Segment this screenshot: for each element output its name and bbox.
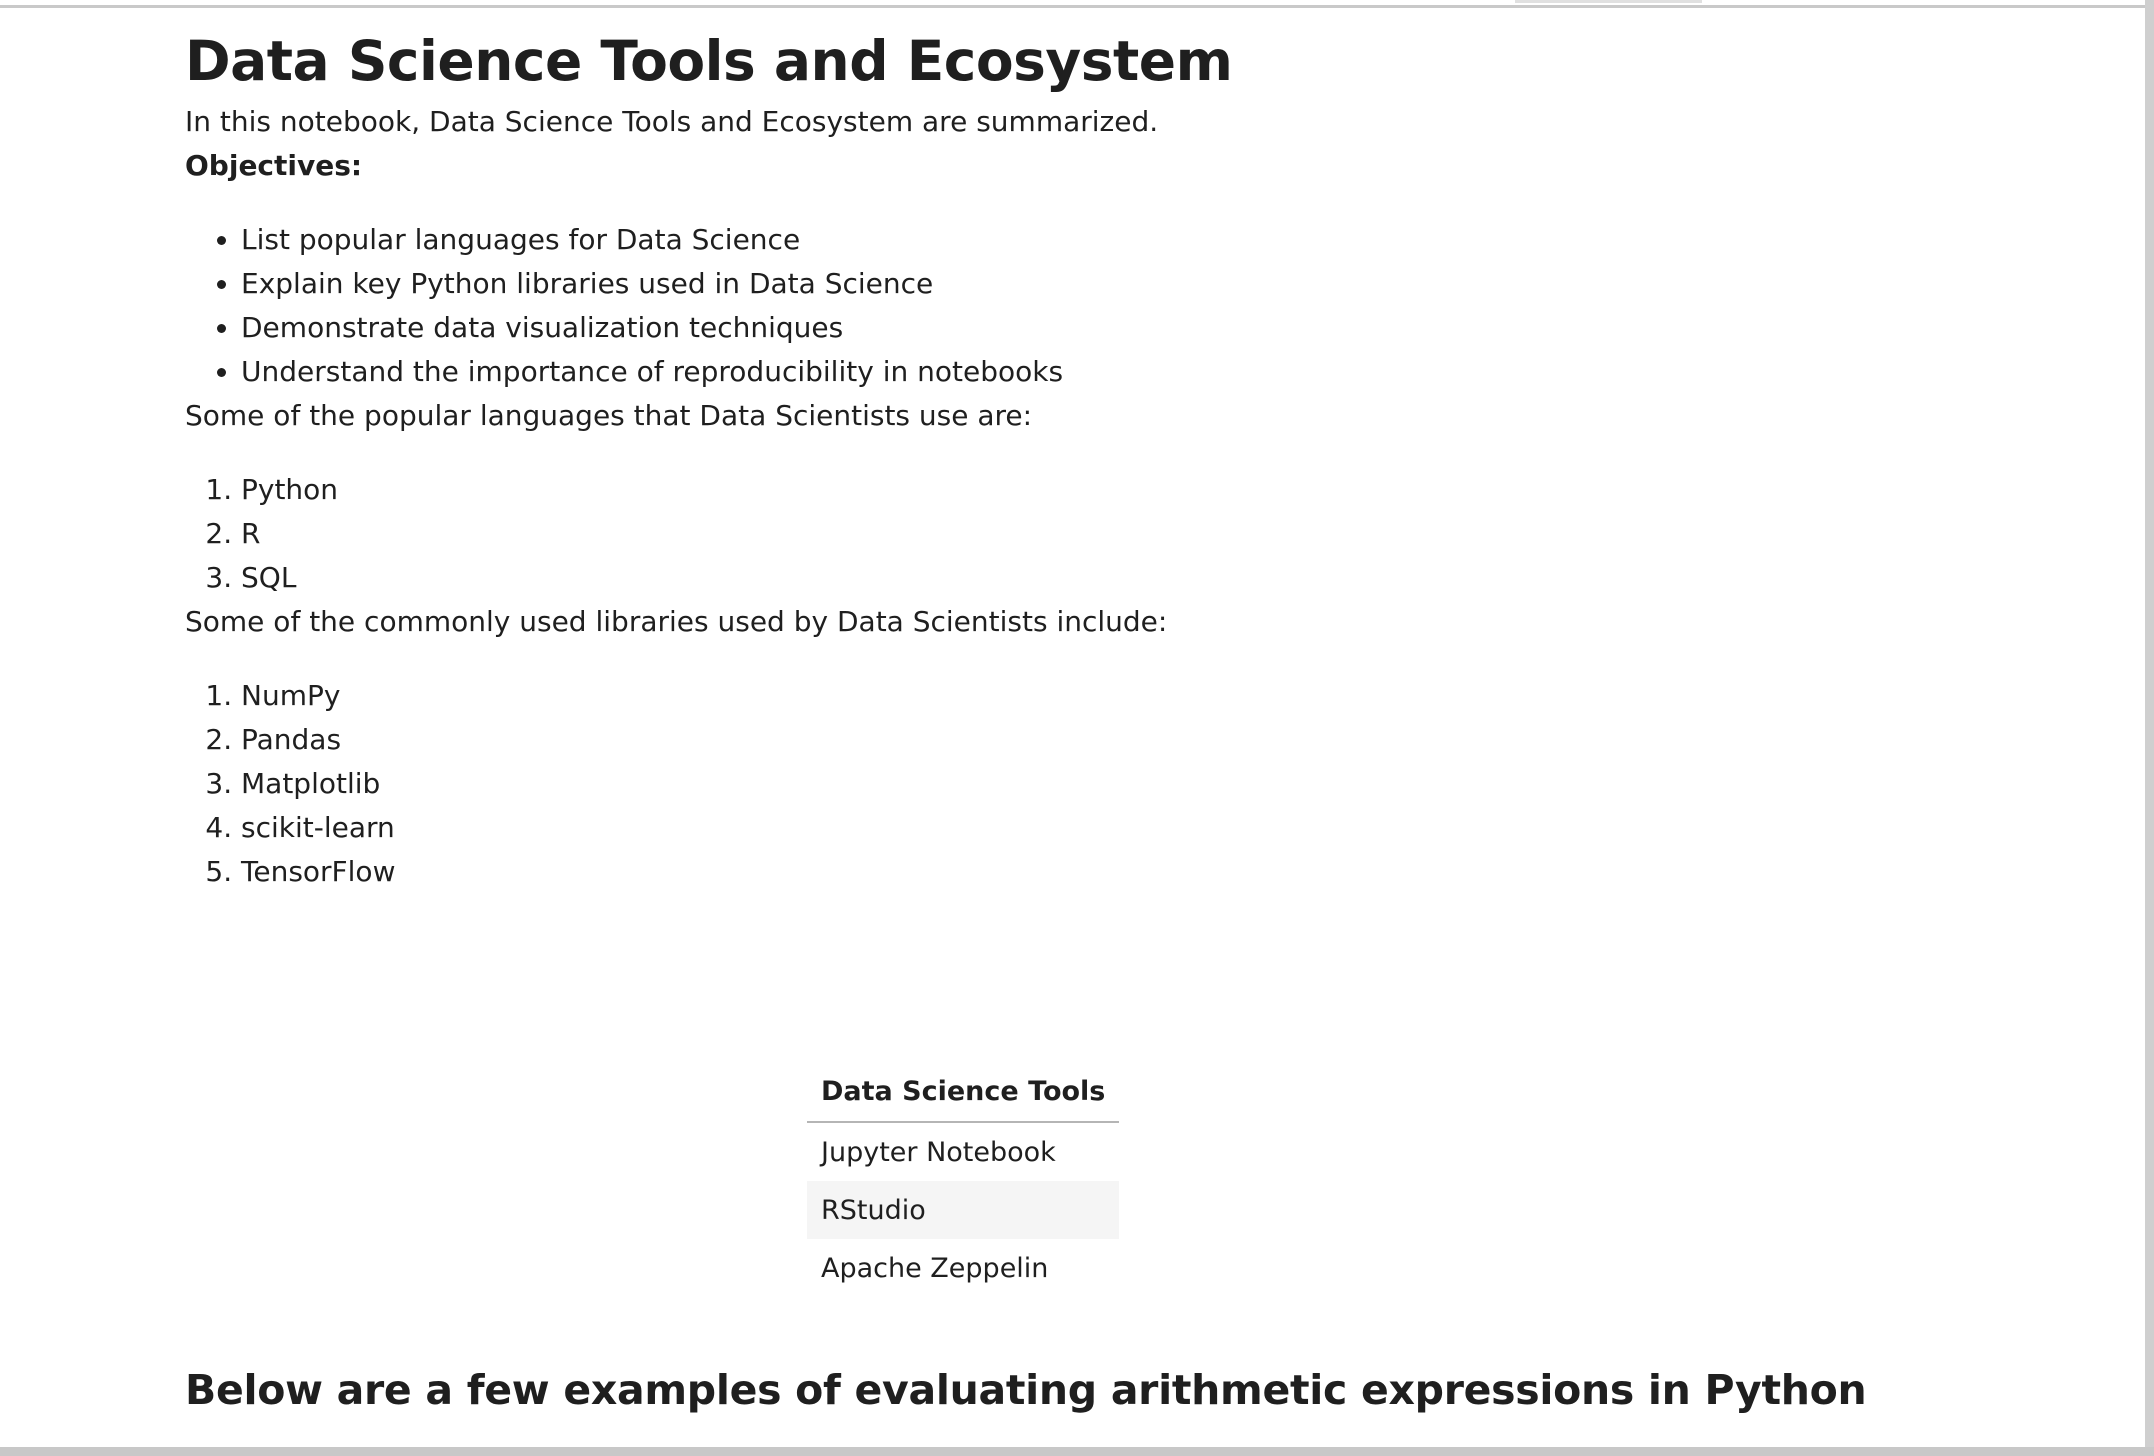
list-item: TensorFlow — [241, 850, 2065, 894]
libraries-list: NumPy Pandas Matplotlib scikit-learn Ten… — [185, 674, 2065, 894]
list-item: NumPy — [241, 674, 2065, 718]
list-item: SQL — [241, 556, 2065, 600]
languages-intro: Some of the popular languages that Data … — [185, 399, 1033, 432]
languages-list: Python R SQL — [185, 468, 2065, 600]
list-item: Understand the importance of reproducibi… — [241, 350, 2065, 394]
table-cell: Jupyter Notebook — [821, 1136, 1056, 1168]
table-row: Apache Zeppelin — [807, 1239, 1119, 1297]
intro-text: In this notebook, Data Science Tools and… — [185, 105, 1159, 138]
table-row: Jupyter Notebook — [807, 1122, 1119, 1181]
notebook-title: Data Science Tools and Ecosystem — [185, 29, 1233, 93]
objectives-label: Objectives: — [185, 149, 363, 182]
list-item: scikit-learn — [241, 806, 2065, 850]
vertical-scrollbar[interactable] — [2145, 0, 2154, 1456]
tools-table: Data Science Tools Jupyter Notebook RStu… — [807, 1061, 1120, 1297]
notebook-page: Data Science Tools and Ecosystem In this… — [0, 0, 2154, 1456]
list-item: Explain key Python libraries used in Dat… — [241, 262, 2065, 306]
table-header-row: Data Science Tools — [807, 1061, 1120, 1123]
bottom-border — [0, 1447, 2154, 1456]
table-row: RStudio — [807, 1181, 1120, 1239]
markdown-cell: Data Science Tools and Ecosystem In this… — [185, 22, 2065, 894]
list-item: Demonstrate data visualization technique… — [241, 306, 2065, 350]
list-item: R — [241, 512, 2065, 556]
top-tab-edge — [1515, 0, 1702, 3]
libraries-intro: Some of the commonly used libraries used… — [185, 605, 1168, 638]
list-item: Matplotlib — [241, 762, 2065, 806]
list-item: Pandas — [241, 718, 2065, 762]
tools-table-container: Data Science Tools Jupyter Notebook RStu… — [807, 1061, 1120, 1297]
table-header: Data Science Tools — [807, 1061, 1120, 1123]
objectives-list: List popular languages for Data Science … — [185, 218, 2065, 394]
table-cell: Apache Zeppelin — [821, 1252, 1049, 1284]
top-border — [0, 5, 2145, 8]
list-item: List popular languages for Data Science — [241, 218, 2065, 262]
table-cell: RStudio — [807, 1181, 1120, 1239]
arithmetic-heading: Below are a few examples of evaluating a… — [185, 1366, 1867, 1414]
list-item: Python — [241, 468, 2065, 512]
